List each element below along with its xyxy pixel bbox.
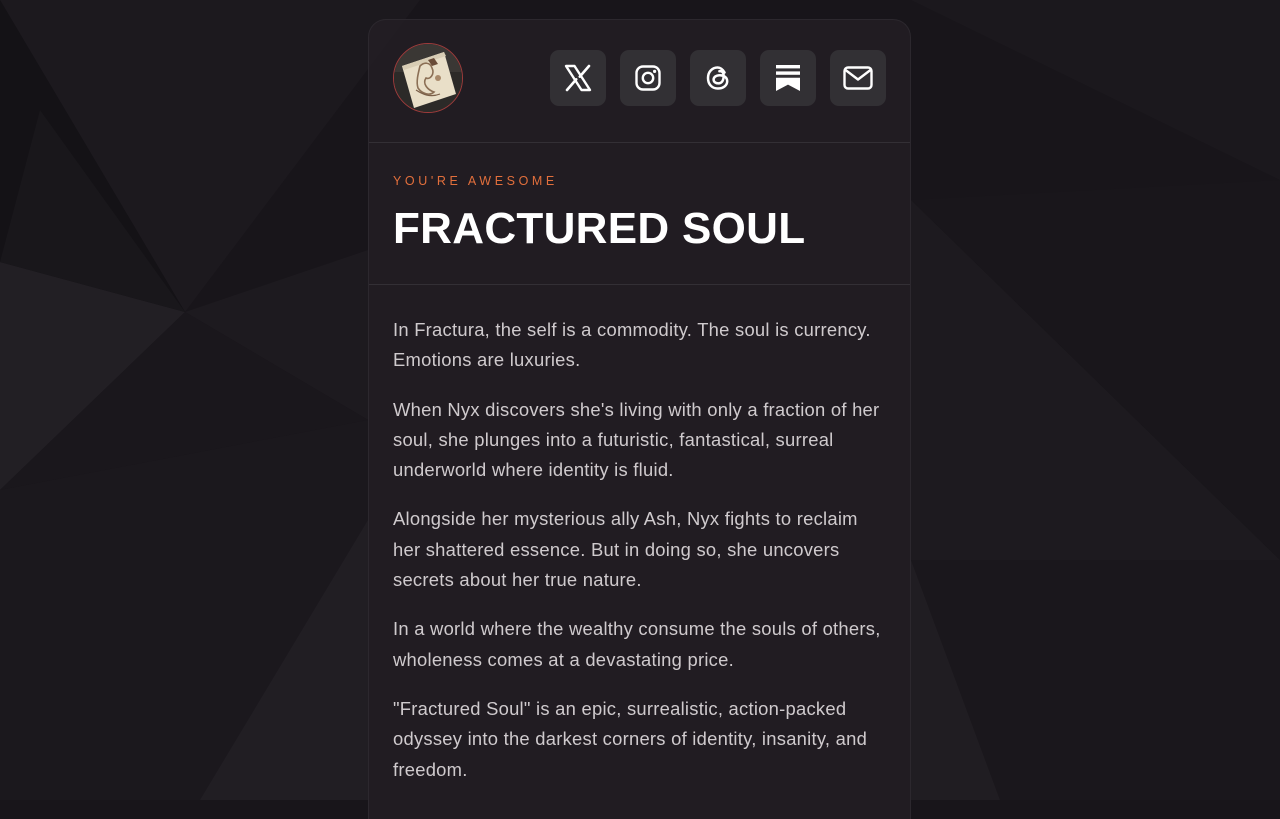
description-paragraph: Alongside her mysterious ally Ash, Nyx f… [393, 508, 858, 591]
description-paragraph: When Nyx discovers she's living with onl… [393, 398, 880, 481]
eyebrow-text: YOU'RE AWESOME [393, 174, 558, 188]
social-threads-button[interactable] [690, 50, 746, 106]
description-paragraph: In Fractura, the self is a commodity. Th… [393, 319, 871, 371]
social-substack-button[interactable] [760, 50, 816, 106]
title-section: YOU'RE AWESOME FRACTURED SOUL [369, 143, 910, 285]
x-twitter-icon [564, 64, 592, 92]
instagram-icon [635, 65, 661, 91]
description: In Fractura, the self is a commodity. Th… [369, 285, 910, 785]
social-email-button[interactable] [830, 50, 886, 106]
threads-icon [706, 66, 729, 90]
avatar[interactable] [393, 43, 463, 113]
card-header [369, 20, 910, 143]
social-links [550, 50, 886, 106]
description-paragraph: In a world where the wealthy consume the… [393, 618, 881, 670]
profile-card: YOU'RE AWESOME FRACTURED SOUL In Fractur… [368, 19, 911, 819]
description-paragraph: "Fractured Soul" is an epic, surrealisti… [393, 697, 868, 780]
substack-icon [776, 65, 800, 91]
social-x-button[interactable] [550, 50, 606, 106]
email-icon [843, 66, 873, 90]
social-instagram-button[interactable] [620, 50, 676, 106]
page-title: FRACTURED SOUL [393, 204, 806, 253]
